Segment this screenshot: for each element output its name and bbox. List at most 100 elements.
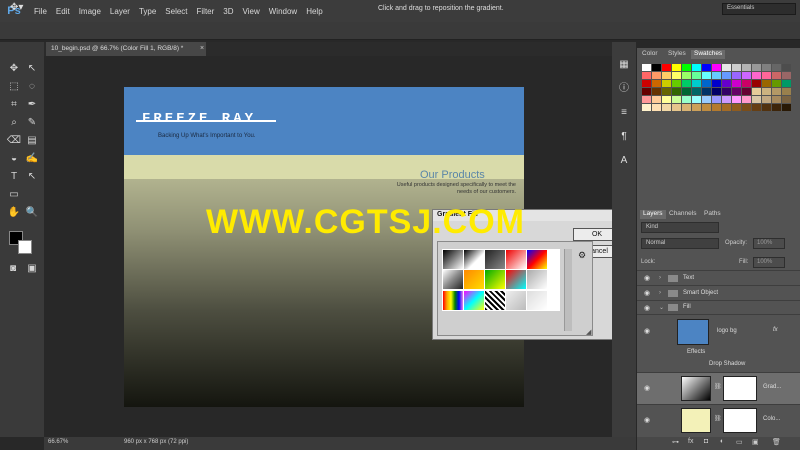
gradient-preset[interactable] (506, 250, 526, 269)
color-swatch[interactable] (752, 80, 761, 87)
gradient-preset[interactable] (485, 270, 505, 290)
color-swatch[interactable] (672, 80, 681, 87)
gradient-preset[interactable] (464, 250, 484, 269)
zoom-level[interactable]: 66.67% (48, 439, 68, 445)
color-swatch[interactable] (732, 96, 741, 103)
color-swatch[interactable] (772, 96, 781, 103)
zoom-tool-icon[interactable]: 🔍 (24, 206, 40, 220)
color-swatch[interactable] (672, 72, 681, 79)
move-tool-preset-icon[interactable]: ✥▾ (10, 2, 34, 15)
layer-kind-filter[interactable]: Kind (641, 222, 719, 233)
gradient-preset[interactable] (443, 250, 463, 269)
color-swatch[interactable] (762, 80, 771, 87)
color-swatch[interactable] (642, 96, 651, 103)
color-swatch[interactable] (732, 88, 741, 95)
dodge-tool-icon[interactable]: ◒ (6, 152, 22, 166)
resize-grip-icon[interactable]: ◢ (586, 328, 591, 336)
color-swatch[interactable] (762, 88, 771, 95)
color-swatch[interactable] (682, 72, 691, 79)
color-swatch[interactable] (702, 88, 711, 95)
gradient-preset[interactable] (443, 270, 463, 290)
color-swatch[interactable] (752, 64, 761, 71)
quick-mask-icon[interactable]: ◙ (5, 262, 21, 276)
color-swatch[interactable] (652, 104, 661, 111)
gradient-preset[interactable] (527, 250, 547, 269)
crop-tool-icon[interactable]: ⌗ (6, 98, 22, 112)
screen-mode-icon[interactable]: ▣ (24, 262, 40, 276)
adjustment-layer-icon[interactable]: ◐ (720, 438, 724, 445)
color-swatch[interactable] (702, 104, 711, 111)
hand-tool-icon[interactable]: ✋ (6, 206, 22, 220)
tab-color[interactable]: Color (639, 50, 661, 59)
menu-edit[interactable]: Edit (56, 7, 70, 16)
color-swatch[interactable] (722, 80, 731, 87)
layer-row-logo-bg[interactable]: ◉ logo bg fx (637, 314, 800, 348)
add-mask-icon[interactable]: ◘ (704, 438, 708, 445)
color-swatch[interactable] (782, 72, 791, 79)
color-swatch[interactable] (772, 104, 781, 111)
color-swatch[interactable] (752, 72, 761, 79)
gradient-preset[interactable] (527, 290, 547, 310)
shape-tool-icon[interactable]: ▭ (6, 188, 22, 202)
color-swatch[interactable] (712, 96, 721, 103)
color-swatch[interactable] (712, 88, 721, 95)
color-swatch[interactable] (712, 80, 721, 87)
color-swatch[interactable] (742, 96, 751, 103)
color-swatch[interactable] (682, 96, 691, 103)
color-swatch[interactable] (722, 64, 731, 71)
color-swatch[interactable] (682, 64, 691, 71)
color-swatch[interactable] (742, 88, 751, 95)
blend-mode-select[interactable]: Normal (641, 238, 719, 249)
color-swatch[interactable] (782, 88, 791, 95)
new-layer-icon[interactable]: ▣ (752, 438, 759, 446)
history-icon[interactable]: ▦ (617, 58, 631, 72)
document-close-icon[interactable]: × (200, 45, 204, 52)
eraser-tool-icon[interactable]: ⌫ (6, 134, 22, 148)
color-swatch[interactable] (772, 88, 781, 95)
color-swatch[interactable] (712, 104, 721, 111)
color-swatch[interactable] (652, 80, 661, 87)
gear-icon[interactable]: ⚙ (578, 250, 586, 261)
move-tool-icon[interactable]: ✥ (6, 62, 22, 76)
trash-icon[interactable]: 🗑 (772, 438, 781, 446)
color-swatch[interactable] (782, 96, 791, 103)
color-swatch[interactable] (672, 104, 681, 111)
background-color-swatch[interactable] (18, 240, 32, 254)
color-swatch[interactable] (652, 64, 661, 71)
healing-tool-icon[interactable]: ⌕ (6, 116, 22, 130)
color-swatch[interactable] (782, 64, 791, 71)
info-icon[interactable]: ⓘ (617, 82, 631, 96)
color-swatch[interactable] (662, 104, 671, 111)
color-swatch[interactable] (722, 72, 731, 79)
lasso-tool-icon[interactable]: ◌ (24, 80, 40, 94)
layer-effect-drop-shadow[interactable]: Drop Shadow (637, 360, 800, 372)
color-swatch[interactable] (682, 80, 691, 87)
color-swatch[interactable] (742, 72, 751, 79)
color-swatch[interactable] (692, 72, 701, 79)
type-tool-icon[interactable]: T (6, 170, 22, 184)
color-swatch[interactable] (732, 104, 741, 111)
color-swatch[interactable] (662, 72, 671, 79)
color-swatch[interactable] (742, 104, 751, 111)
color-swatch[interactable] (702, 72, 711, 79)
gradient-preset[interactable] (485, 250, 505, 269)
eye-icon[interactable]: ◉ (644, 327, 650, 335)
color-swatch[interactable] (772, 80, 781, 87)
gradient-preset[interactable] (464, 290, 484, 310)
gradient-preset[interactable] (443, 290, 463, 310)
expand-chevron-icon[interactable]: › (659, 275, 661, 281)
color-swatch[interactable] (702, 64, 711, 71)
gradient-preset[interactable] (485, 290, 505, 310)
properties-icon[interactable]: ≡ (617, 106, 631, 120)
color-swatch[interactable] (702, 80, 711, 87)
menu-filter[interactable]: Filter (197, 7, 215, 16)
eye-icon[interactable]: ◉ (644, 304, 650, 312)
layer-effects-row[interactable]: Effects (637, 348, 800, 360)
color-swatch[interactable] (662, 96, 671, 103)
fx-icon[interactable]: fx (773, 327, 778, 333)
layer-row-fill-group[interactable]: ◉ ⌄ Fill (637, 300, 800, 314)
menu-layer[interactable]: Layer (110, 7, 130, 16)
color-swatch[interactable] (732, 80, 741, 87)
color-swatch[interactable] (742, 64, 751, 71)
picker-scrollbar[interactable] (564, 249, 572, 331)
